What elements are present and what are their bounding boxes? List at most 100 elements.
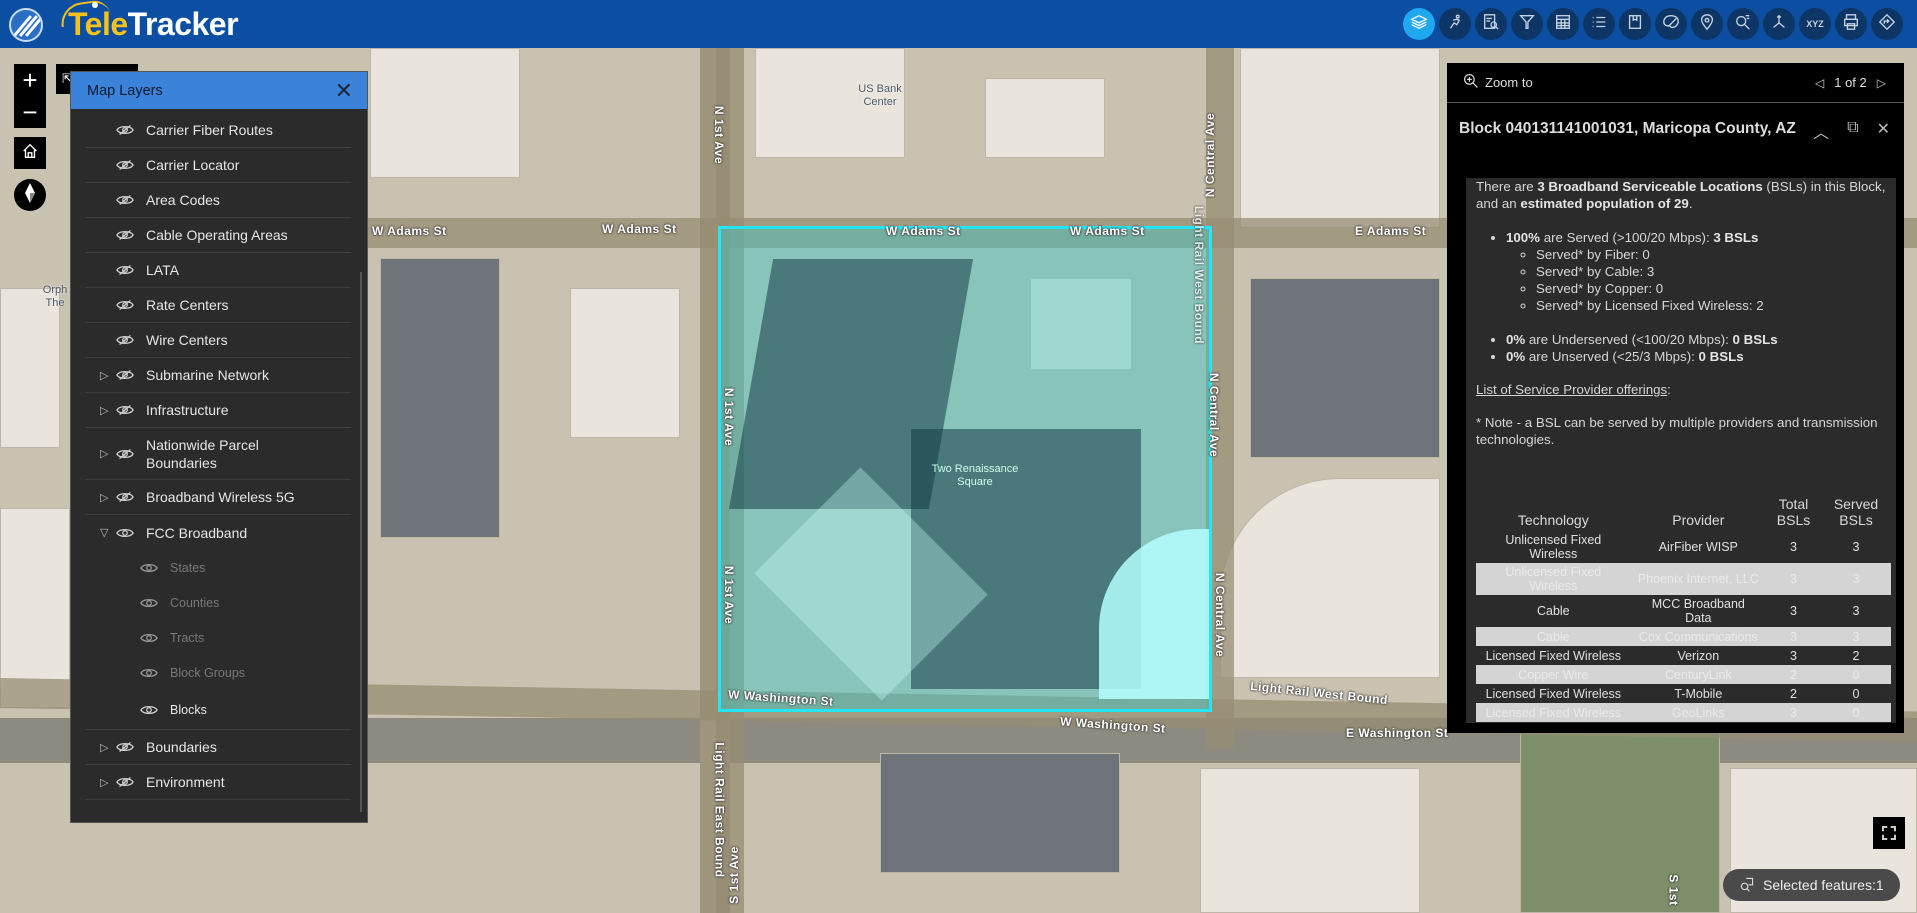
previous-feature-icon[interactable]: ◁	[1815, 76, 1824, 90]
table-row: Cable Cox Communications 3 3	[1476, 627, 1891, 646]
street-label: N Central Ave	[1213, 572, 1228, 658]
coordinates-button[interactable]: XYZ	[1799, 8, 1831, 40]
expand-caret-icon[interactable]: ▷	[100, 741, 112, 754]
next-feature-icon[interactable]: ▷	[1877, 76, 1886, 90]
map-building	[1520, 708, 1720, 913]
layers-button[interactable]	[1403, 8, 1435, 40]
cell-technology: Copper Wire	[1476, 665, 1631, 684]
visibility-off-icon[interactable]	[116, 123, 136, 137]
zoom-in-button[interactable]: +	[14, 64, 46, 96]
map-building	[1200, 768, 1420, 913]
visibility-off-icon[interactable]	[116, 333, 136, 347]
visibility-off-icon[interactable]	[116, 403, 136, 417]
street-label: W Adams St	[1070, 224, 1145, 238]
print-icon	[1842, 13, 1860, 35]
street-label: N Central Ave	[1203, 112, 1218, 198]
compass-button[interactable]	[14, 179, 46, 211]
visibility-on-icon[interactable]	[116, 526, 136, 540]
layer-item[interactable]: ▷ Submarine Network	[85, 358, 351, 393]
basemap-button[interactable]	[1655, 8, 1687, 40]
legend-button[interactable]	[1583, 8, 1615, 40]
expand-caret-icon[interactable]: ▷	[100, 776, 112, 789]
visibility-on-icon[interactable]	[140, 703, 160, 717]
close-icon[interactable]: ✕	[335, 79, 353, 102]
layers-icon	[1410, 13, 1428, 35]
layer-item[interactable]: ▷ Broadband Wireless 5G	[85, 480, 351, 515]
visibility-on-icon[interactable]	[140, 596, 160, 610]
layer-item[interactable]: ▷Wire Centers	[85, 323, 351, 358]
sublayer-item[interactable]: Tracts	[85, 620, 351, 655]
visibility-off-icon[interactable]	[116, 298, 136, 312]
visibility-off-icon[interactable]	[116, 263, 136, 277]
zoom-out-button[interactable]: −	[14, 96, 46, 128]
expand-caret-icon[interactable]: ▷	[100, 369, 112, 382]
collapse-icon[interactable]: ︿	[1813, 119, 1829, 143]
layer-item[interactable]: ▷ Boundaries	[85, 730, 351, 765]
bookmarks-button[interactable]	[1619, 8, 1651, 40]
layer-item[interactable]: ▷LATA	[85, 253, 351, 288]
visibility-on-icon[interactable]	[140, 666, 160, 680]
query-button[interactable]	[1475, 8, 1507, 40]
column-header-provider: Provider	[1672, 512, 1725, 528]
map-building	[380, 258, 500, 538]
layer-label: Environment	[146, 774, 225, 790]
column-header-total-bsls: Total BSLs	[1776, 496, 1811, 528]
expand-caret-icon[interactable]: ▷	[100, 445, 112, 463]
attribute-table-button[interactable]	[1547, 8, 1579, 40]
sublayer-item[interactable]: Blocks	[85, 690, 351, 730]
visibility-off-icon[interactable]	[116, 193, 136, 207]
filter-button[interactable]	[1511, 8, 1543, 40]
layer-item[interactable]: ▷ Nationwide Parcel Boundaries	[85, 428, 351, 480]
cell-total: 2	[1766, 665, 1821, 684]
expand-caret-icon[interactable]: ▷	[100, 491, 112, 504]
sublayer-item[interactable]: Counties	[85, 585, 351, 620]
collapse-caret-icon[interactable]: ▽	[100, 526, 112, 539]
visibility-off-icon[interactable]	[116, 740, 136, 754]
cell-served: 3	[1852, 540, 1860, 554]
layer-item[interactable]: ▷Cable Operating Areas	[85, 218, 351, 253]
selection-search-icon	[1739, 876, 1755, 895]
visibility-off-icon[interactable]	[116, 368, 136, 382]
visibility-off-icon[interactable]	[116, 775, 136, 789]
directions-button[interactable]	[1871, 8, 1903, 40]
service-provider-offerings-link[interactable]: List of Service Provider offerings	[1476, 382, 1667, 397]
selected-features-badge[interactable]: Selected features:1	[1723, 869, 1900, 901]
served-cable: Served* by Cable: 3	[1536, 263, 1886, 280]
cell-total: 2	[1790, 686, 1797, 701]
carrier-locator-button[interactable]	[1439, 8, 1471, 40]
sublayer-item[interactable]: Block Groups	[85, 655, 351, 690]
cell-served: 2	[1852, 648, 1860, 663]
layer-item[interactable]: ▷ Infrastructure	[85, 393, 351, 428]
visibility-on-icon[interactable]	[140, 631, 160, 645]
layer-item[interactable]: ▷Carrier Locator	[85, 148, 351, 183]
zoom-to-button[interactable]: Zoom to	[1463, 73, 1533, 92]
search-button[interactable]	[1727, 8, 1759, 40]
cell-served: 0	[1821, 665, 1891, 684]
visibility-off-icon[interactable]	[116, 490, 136, 504]
map-building	[570, 288, 680, 438]
home-button[interactable]	[14, 137, 46, 169]
visibility-off-icon[interactable]	[116, 228, 136, 242]
layer-item[interactable]: ▷Area Codes	[85, 183, 351, 218]
layer-item[interactable]: ▷Carrier Fiber Routes	[85, 113, 351, 148]
layer-item[interactable]: ▷ Environment	[85, 765, 351, 800]
visibility-off-icon[interactable]	[116, 447, 136, 461]
layer-item[interactable]: ▽ FCC Broadband	[85, 515, 351, 550]
expand-caret-icon[interactable]: ▷	[100, 404, 112, 417]
visibility-on-icon[interactable]	[140, 561, 160, 575]
app-title-tele: Tele	[68, 6, 128, 42]
cell-served: 3	[1852, 604, 1860, 618]
popup-actions: ︿ ⧉ ✕	[1813, 117, 1890, 143]
layers-scrollbar[interactable]	[360, 272, 362, 812]
close-icon[interactable]: ✕	[1877, 119, 1890, 143]
dock-icon[interactable]: ⧉	[1847, 119, 1858, 143]
measure-button[interactable]	[1763, 8, 1795, 40]
served-fiber: Served* by Fiber: 0	[1536, 246, 1886, 263]
print-button[interactable]	[1835, 8, 1867, 40]
location-button[interactable]	[1691, 8, 1723, 40]
fullscreen-button[interactable]	[1873, 817, 1905, 849]
layer-item[interactable]: ▷Rate Centers	[85, 288, 351, 323]
sublayer-label: Tracts	[170, 630, 205, 645]
sublayer-item[interactable]: States	[85, 550, 351, 585]
visibility-off-icon[interactable]	[116, 158, 136, 172]
